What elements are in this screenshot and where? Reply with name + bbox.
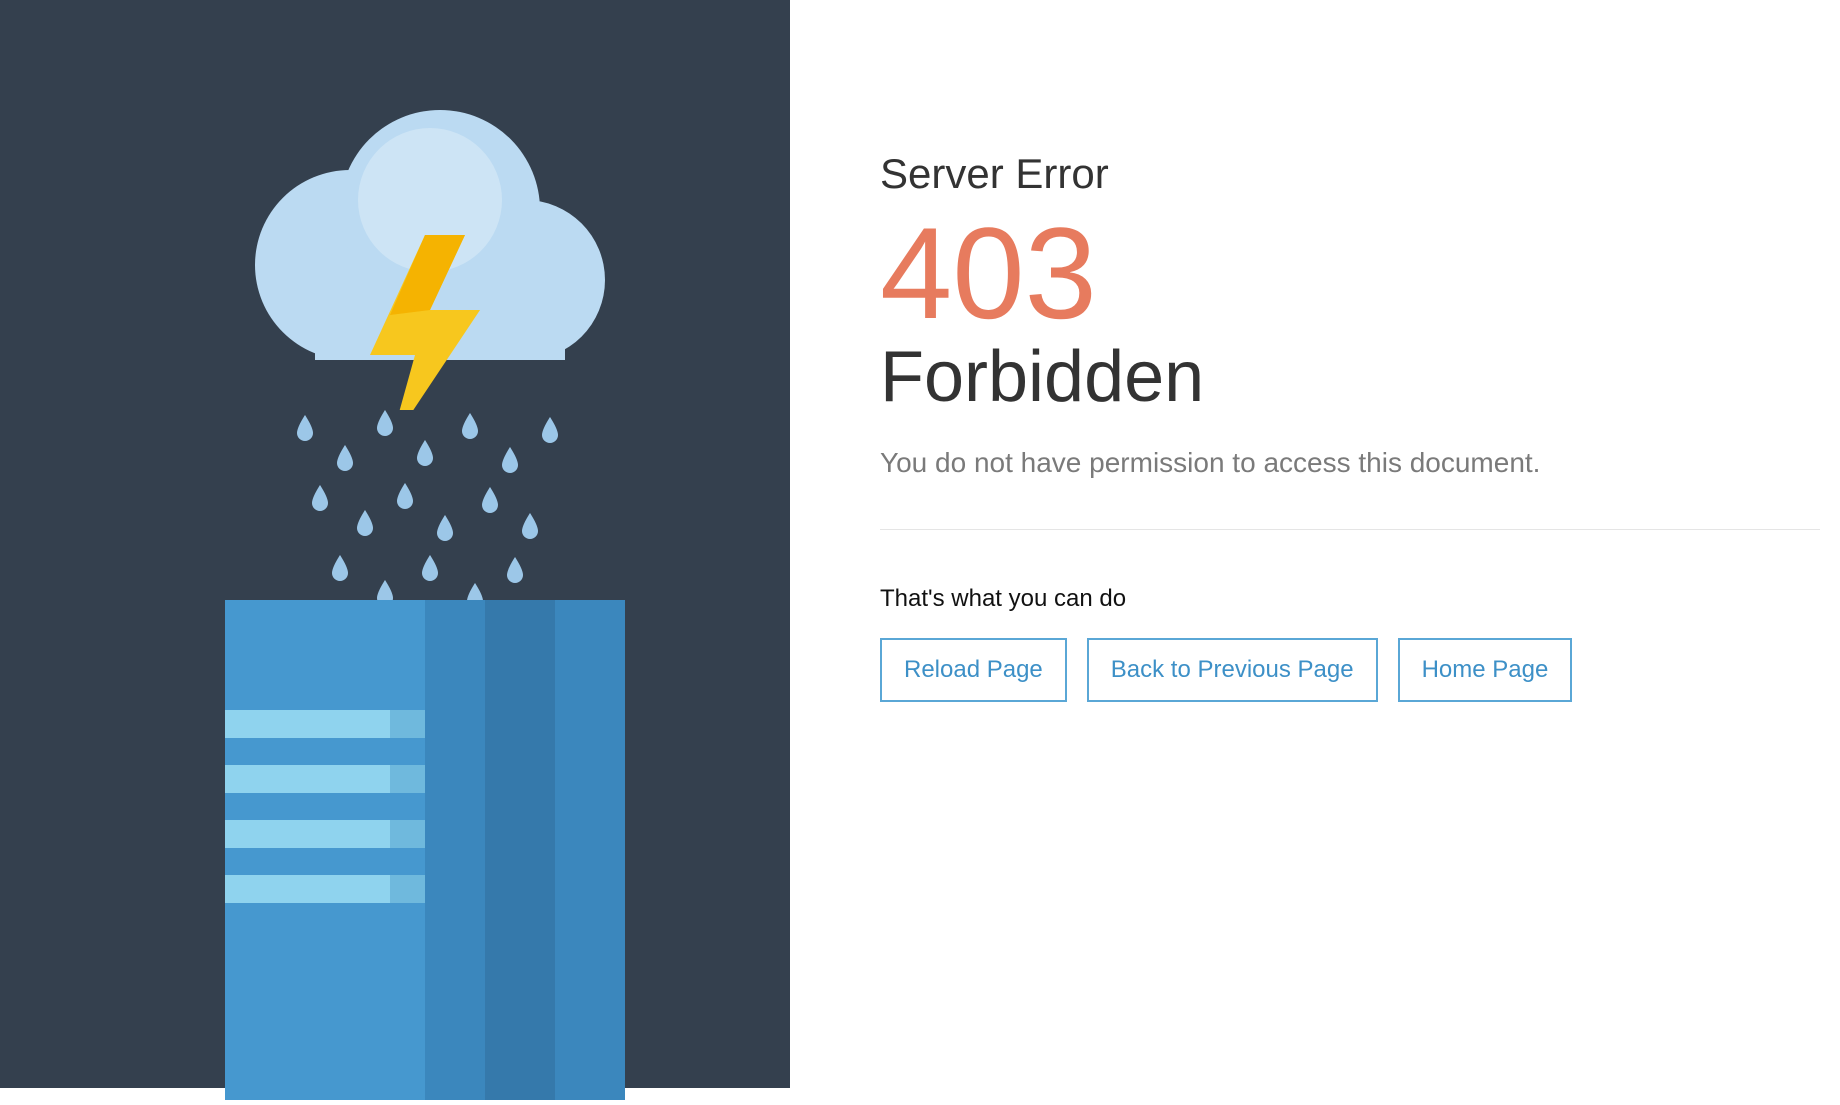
illustration-panel	[0, 0, 790, 1088]
reload-page-button[interactable]: Reload Page	[880, 638, 1067, 702]
rain-icon	[285, 405, 585, 630]
storm-server-illustration	[145, 0, 645, 1088]
server-error-label: Server Error	[880, 150, 1840, 198]
error-content-panel: Server Error 403 Forbidden You do not ha…	[790, 0, 1840, 1088]
divider	[880, 529, 1820, 530]
home-page-button[interactable]: Home Page	[1398, 638, 1573, 702]
button-row: Reload Page Back to Previous Page Home P…	[880, 638, 1840, 702]
error-code: 403	[880, 208, 1840, 338]
help-label: That's what you can do	[880, 585, 1840, 613]
error-title: Forbidden	[880, 338, 1840, 417]
server-icon	[225, 600, 625, 1105]
storm-cloud-icon	[215, 100, 615, 415]
back-button[interactable]: Back to Previous Page	[1087, 638, 1378, 702]
error-description: You do not have permission to access thi…	[880, 447, 1840, 479]
